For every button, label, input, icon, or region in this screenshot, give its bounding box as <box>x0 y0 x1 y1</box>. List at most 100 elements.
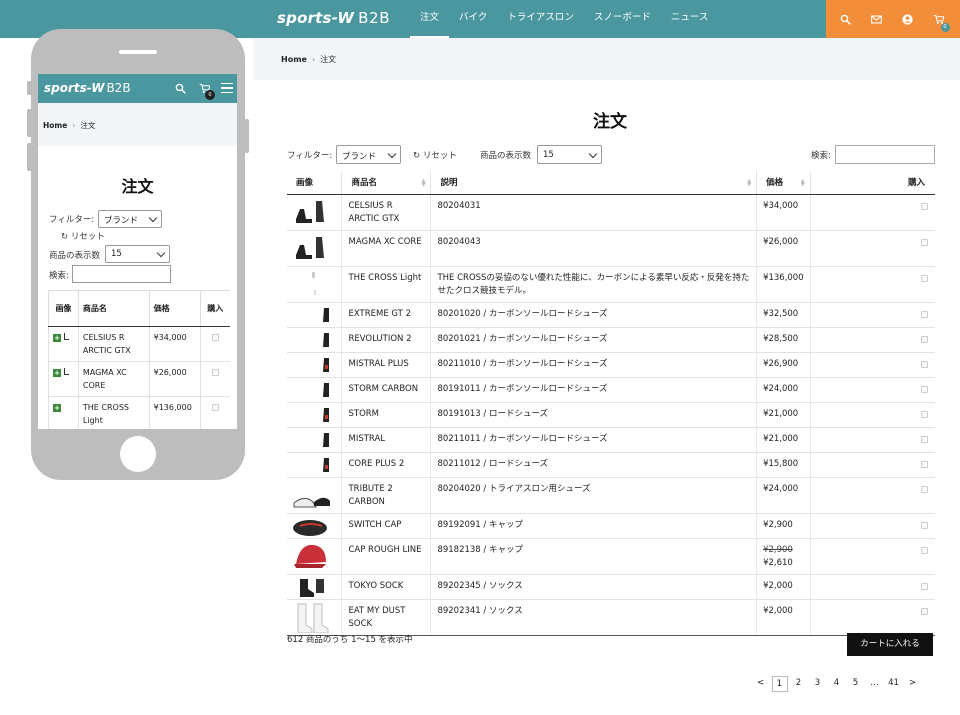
col-header-name[interactable]: 商品名 ▲ ▼ <box>341 171 431 195</box>
mobile-header-actions: 0 <box>173 81 233 100</box>
page-4-button[interactable]: 4 <box>829 676 845 692</box>
product-image[interactable] <box>287 193 342 230</box>
product-price-cell: ¥24,000 <box>756 476 811 513</box>
cart-icon[interactable]: 0 <box>197 81 215 100</box>
account-icon[interactable] <box>900 11 916 27</box>
expand-row-icon[interactable]: + <box>53 369 61 377</box>
menu-icon[interactable] <box>221 83 233 93</box>
buy-cell <box>809 193 935 230</box>
brand-select[interactable]: ブランド <box>98 210 162 228</box>
breadcrumb-home[interactable]: Home <box>281 55 307 64</box>
buy-checkbox[interactable] <box>921 582 928 590</box>
page-3-button[interactable]: 3 <box>810 676 826 692</box>
per-page-select[interactable]: 15 <box>105 245 170 263</box>
table-row: CORE PLUS 2 80211012 / ロードシューズ ¥15,800 <box>287 451 935 477</box>
nav-item-snowboard[interactable]: スノーボード <box>584 0 661 38</box>
buy-checkbox[interactable] <box>921 274 928 282</box>
buy-checkbox[interactable] <box>921 460 928 468</box>
nav-item-bike[interactable]: バイク <box>449 0 497 38</box>
buy-checkbox[interactable] <box>211 334 219 341</box>
product-description: 80204031 <box>430 193 757 230</box>
product-price: ¥26,000 <box>763 236 799 247</box>
phone-side-button <box>244 119 249 153</box>
buy-checkbox[interactable] <box>211 369 219 376</box>
product-image[interactable] <box>287 401 342 427</box>
page-last-button[interactable]: 41 <box>886 676 902 692</box>
page-1-button[interactable]: 1 <box>771 676 788 692</box>
buy-checkbox[interactable] <box>211 404 219 411</box>
breadcrumb: Home › 注文 <box>43 120 95 131</box>
buy-checkbox[interactable] <box>921 335 928 343</box>
product-thumbnail <box>323 457 329 472</box>
buy-cell <box>809 476 935 513</box>
product-image[interactable] <box>287 351 342 377</box>
product-price-cell: ¥2,900 <box>756 512 811 538</box>
col-header-name[interactable]: 商品名 <box>77 290 150 327</box>
buy-checkbox[interactable] <box>921 238 928 246</box>
product-image[interactable] <box>287 265 342 302</box>
nav-item-triathlon[interactable]: トライアスロン <box>497 0 584 38</box>
brand-select[interactable]: ブランド <box>336 145 401 164</box>
search-icon[interactable] <box>173 81 187 95</box>
buy-checkbox[interactable] <box>921 485 928 493</box>
per-page-select[interactable]: 15 <box>537 145 602 164</box>
product-thumbnail <box>294 544 326 568</box>
buy-checkbox[interactable] <box>921 385 928 393</box>
product-image[interactable] <box>287 326 342 352</box>
add-to-cart-button[interactable]: カートに入れる <box>847 633 933 656</box>
mobile-brand-logo[interactable]: sports-W B2B <box>44 81 131 95</box>
col-header-image[interactable]: 画像 <box>287 171 342 195</box>
product-price: ¥136,000 <box>763 272 804 283</box>
product-image[interactable] <box>287 426 342 452</box>
table-header-row: 画像 商品名 ▲ ▼ 説明 ▲ ▼ 価格 ▲ ▼ 購入 <box>287 171 935 195</box>
expand-row-icon[interactable]: + <box>53 334 61 342</box>
product-image[interactable] <box>287 451 342 477</box>
page-2-button[interactable]: 2 <box>791 676 807 692</box>
buy-checkbox[interactable] <box>921 410 928 418</box>
col-header-price[interactable]: 価格 ▲ ▼ <box>756 171 811 195</box>
product-price-cell: ¥24,000 <box>756 376 811 402</box>
product-image[interactable] <box>287 537 342 574</box>
breadcrumb-home[interactable]: Home <box>43 121 67 130</box>
product-image[interactable] <box>287 476 342 513</box>
product-price-cell: ¥15,800 <box>756 451 811 477</box>
search-input[interactable] <box>72 265 171 283</box>
reset-link[interactable]: ↻ リセット <box>413 149 457 161</box>
buy-checkbox[interactable] <box>921 546 928 554</box>
product-thumbnail <box>293 519 327 536</box>
next-page-button[interactable]: > <box>905 676 921 692</box>
nav-item-order[interactable]: 注文 <box>410 0 450 38</box>
prev-page-button[interactable]: < <box>753 676 769 692</box>
buy-checkbox[interactable] <box>921 202 928 210</box>
mail-icon[interactable] <box>869 11 885 27</box>
product-image[interactable] <box>287 229 342 266</box>
product-price: ¥24,000 <box>763 383 799 394</box>
product-image[interactable] <box>287 376 342 402</box>
col-header-buy[interactable]: 購入 <box>809 171 935 195</box>
product-name: SWITCH CAP <box>341 512 431 538</box>
product-name: TOKYO SOCK <box>341 573 431 599</box>
product-image[interactable] <box>287 512 342 538</box>
col-header-image[interactable]: 画像 <box>48 290 79 327</box>
brand-logo[interactable]: sports-W B2B <box>277 9 390 27</box>
reset-link[interactable]: ↻ リセット <box>61 230 105 242</box>
buy-checkbox[interactable] <box>921 607 928 615</box>
col-header-price[interactable]: 価格 <box>148 290 201 327</box>
cart-icon[interactable]: 0 <box>931 11 950 32</box>
product-thumbnail <box>300 578 324 597</box>
buy-checkbox[interactable] <box>921 521 928 529</box>
product-image[interactable] <box>287 301 342 327</box>
expand-row-icon[interactable]: + <box>53 404 61 412</box>
buy-checkbox[interactable] <box>921 360 928 368</box>
nav-item-news[interactable]: ニュース <box>661 0 719 38</box>
search-icon[interactable] <box>838 11 854 27</box>
buy-checkbox[interactable] <box>921 435 928 443</box>
product-image[interactable] <box>287 598 342 636</box>
page-5-button[interactable]: 5 <box>848 676 864 692</box>
buy-checkbox[interactable] <box>921 310 928 318</box>
table-row: STORM CARBON 80191011 / カーボンソールロードシューズ ¥24… <box>287 376 935 402</box>
search-input[interactable] <box>835 145 935 164</box>
product-image[interactable] <box>287 573 342 599</box>
col-header-buy[interactable]: 購入 <box>199 290 230 327</box>
col-header-desc[interactable]: 説明 ▲ ▼ <box>430 171 757 195</box>
